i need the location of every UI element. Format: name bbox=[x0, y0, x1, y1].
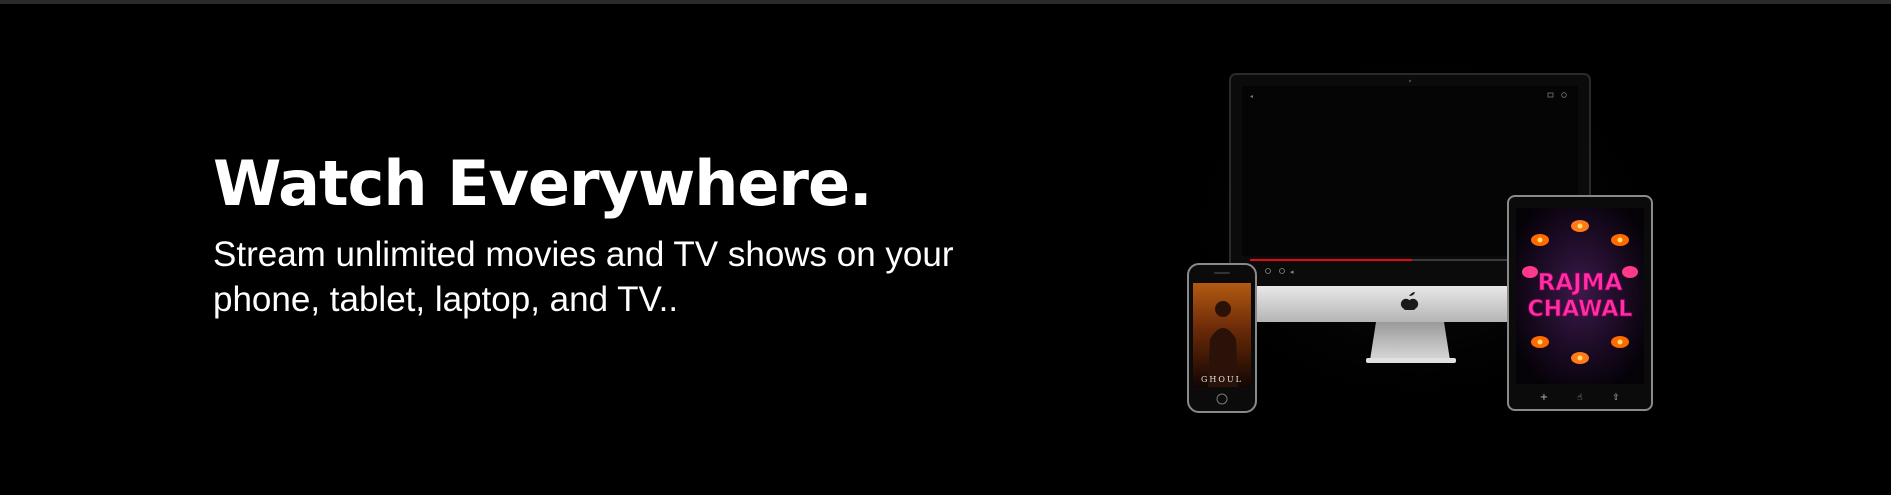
share-icon: ⇧ bbox=[1612, 393, 1620, 403]
tablet-poster-title-line1: RAJMA bbox=[1538, 270, 1623, 296]
section-headline: Watch Everywhere. bbox=[213, 147, 873, 220]
phone-device: GHOUL bbox=[1187, 263, 1257, 413]
thumbs-up-icon: ☝ bbox=[1577, 393, 1582, 403]
tablet-poster-title-line2: CHAWAL bbox=[1528, 297, 1633, 322]
monitor-progress-fill bbox=[1250, 259, 1412, 261]
devices-illustration: ◂ ◂ GHOUL RAJMA CHAWAL + ☝ ⇧ bbox=[1180, 64, 1660, 424]
svg-text:◂: ◂ bbox=[1290, 268, 1294, 276]
svg-text:◂: ◂ bbox=[1250, 93, 1253, 100]
section-subheadline: Stream unlimited movies and TV shows on … bbox=[213, 235, 954, 319]
monitor-stand bbox=[1370, 322, 1450, 360]
hero-text: Watch Everywhere. Stream unlimited movie… bbox=[213, 148, 973, 322]
phone-poster-title: GHOUL bbox=[1201, 375, 1243, 384]
watch-everywhere-section: Watch Everywhere. Stream unlimited movie… bbox=[0, 4, 1891, 495]
tablet-device: RAJMA CHAWAL + ☝ ⇧ bbox=[1507, 195, 1653, 411]
plus-icon: + bbox=[1540, 392, 1548, 403]
